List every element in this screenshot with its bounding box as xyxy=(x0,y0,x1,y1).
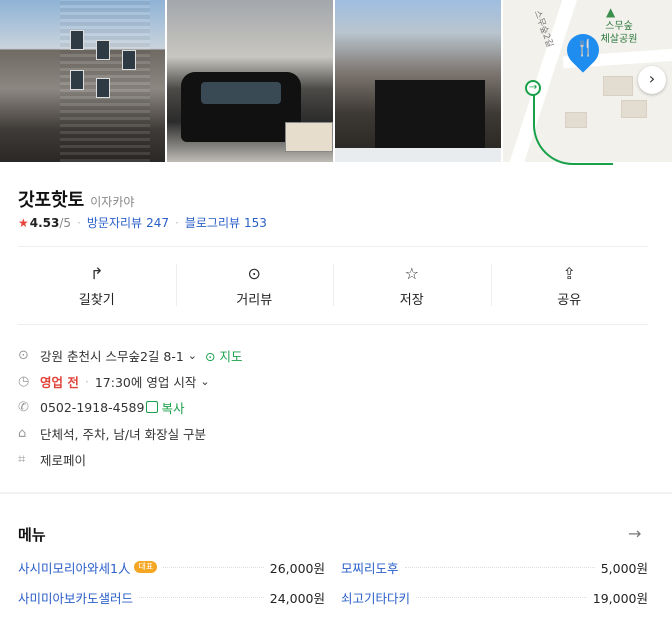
map-link-label: 지도 xyxy=(219,348,243,364)
arrow-right-icon[interactable]: → xyxy=(628,524,641,543)
photo-detail xyxy=(285,122,334,152)
photo-gallery: ▲ 스무숲 체살공원 스무숲2길 🍴 → › xyxy=(0,0,672,178)
payment-row: ⌗ 제로페이 xyxy=(18,446,648,472)
location-pin-icon: ⊙ xyxy=(18,347,29,363)
payment-icon: ⌗ xyxy=(18,451,26,467)
mini-map[interactable]: ▲ 스무숲 체살공원 스무숲2길 🍴 → › xyxy=(503,0,672,178)
photo-detail xyxy=(335,148,502,162)
menu-item-name: 사시미모리아와세1人 xyxy=(18,560,131,576)
menu-item-name: 모찌리도후 xyxy=(341,560,399,576)
save-label: 저장 xyxy=(399,292,424,308)
action-bar: ↱ 길찾기 ⊙ 거리뷰 ☆ 저장 ⇪ 공유 xyxy=(18,256,648,314)
divider xyxy=(18,246,648,247)
photo-detail xyxy=(70,70,84,90)
photo-detail xyxy=(70,30,84,50)
menu-item-name: 사미미아보카도샐러드 xyxy=(18,590,134,606)
menu-item-price: 19,000원 xyxy=(592,590,648,606)
place-name: 갓포핫토 xyxy=(18,190,85,211)
copy-button[interactable]: 복사 xyxy=(161,398,184,417)
separator-dot: · xyxy=(77,215,81,230)
directions-label: 길찾기 xyxy=(78,292,115,308)
store-icon: ⌂ xyxy=(18,425,27,441)
place-category: 이자카야 xyxy=(90,195,135,209)
rating-value: 4.53 xyxy=(29,215,60,230)
phone-icon: ✆ xyxy=(18,399,29,415)
menu-list: 사시미모리아와세1人 대표 26,000원 모찌리도후 5,000원 사미미아보… xyxy=(18,556,648,608)
address-row: ⊙ 강원 춘천시 스무숲2길 8-1 ⌄ ⊙ 지도 xyxy=(18,342,648,368)
menu-item-price: 5,000원 xyxy=(600,560,648,576)
directions-icon: ↱ xyxy=(90,263,104,283)
rating-max: /5 xyxy=(59,215,72,230)
map-park-label: 스무숲 체살공원 xyxy=(600,21,638,45)
star-icon: ☆ xyxy=(404,263,419,283)
route-start-icon: → xyxy=(525,80,542,96)
photo-detail xyxy=(181,72,302,142)
photo-detail xyxy=(96,78,110,98)
restaurant-icon: 🍴 xyxy=(575,38,595,57)
map-building xyxy=(603,76,634,96)
divider xyxy=(18,324,648,325)
star-icon: ★ xyxy=(18,215,29,230)
tree-icon: ▲ xyxy=(606,5,616,19)
photo-detail xyxy=(96,40,110,60)
dotted-leader xyxy=(416,596,587,598)
dotted-leader xyxy=(163,566,264,568)
menu-item-price: 26,000원 xyxy=(269,560,325,576)
location-pin-icon: ⊙ xyxy=(247,263,261,283)
place-info: ⊙ 강원 춘천시 스무숲2길 8-1 ⌄ ⊙ 지도 ◷ 영업 전 · 17:30… xyxy=(18,342,648,472)
business-hours: 17:30에 영업 시작 xyxy=(94,374,197,390)
dotted-leader xyxy=(404,566,595,568)
visitor-review-link[interactable]: 방문자리뷰 xyxy=(87,214,142,231)
menu-item[interactable]: 사시미모리아와세1人 대표 26,000원 xyxy=(18,556,325,578)
map-route-path xyxy=(533,95,614,165)
phone-row: ✆ 0502-1918-4589 복사 xyxy=(18,394,648,420)
directions-button[interactable]: ↱ 길찾기 xyxy=(18,256,176,314)
visitor-review-count[interactable]: 247 xyxy=(146,216,169,230)
photo-detail xyxy=(122,50,136,70)
separator-dot: · xyxy=(175,215,179,230)
save-button[interactable]: ☆ 저장 xyxy=(333,256,491,314)
signature-badge: 대표 xyxy=(134,561,158,573)
payment-text: 제로페이 xyxy=(40,452,87,468)
menu-item[interactable]: 사미미아보카도샐러드 24,000원 xyxy=(18,586,325,608)
facilities-row: ⌂ 단체석, 주차, 남/녀 화장실 구분 xyxy=(18,420,648,446)
photo-building-exterior[interactable] xyxy=(0,0,166,162)
place-header: 갓포핫토 이자카야 xyxy=(18,186,134,212)
section-divider xyxy=(0,492,672,494)
phone-number: 0502-1918-4589 xyxy=(40,399,145,415)
copy-icon[interactable] xyxy=(146,401,159,413)
business-status: 영업 전 xyxy=(40,374,79,390)
hours-row: ◷ 영업 전 · 17:30에 영업 시작 ⌄ xyxy=(18,368,648,394)
blog-review-link[interactable]: 블로그리뷰 xyxy=(185,214,240,231)
blog-review-count[interactable]: 153 xyxy=(244,216,267,230)
separator-dot: · xyxy=(84,373,89,389)
chevron-down-icon[interactable]: ⌄ xyxy=(188,349,197,362)
share-button[interactable]: ⇪ 공유 xyxy=(490,256,649,314)
address-text: 강원 춘천시 스무숲2길 8-1 xyxy=(40,348,184,364)
rating-row: ★ 4.53 /5 · 방문자리뷰 247 · 블로그리뷰 153 xyxy=(18,214,267,231)
map-link[interactable]: ⊙ 지도 xyxy=(205,346,242,365)
menu-item-name: 쇠고기타다키 xyxy=(341,590,411,606)
photo-building-corner[interactable] xyxy=(335,0,502,162)
menu-item[interactable]: 모찌리도후 5,000원 xyxy=(341,556,648,578)
photo-detail xyxy=(375,80,486,150)
menu-item[interactable]: 쇠고기타다키 19,000원 xyxy=(341,586,648,608)
menu-section-title: 메뉴 xyxy=(18,526,46,544)
street-view-button[interactable]: ⊙ 거리뷰 xyxy=(175,256,334,314)
menu-item-price: 24,000원 xyxy=(269,590,325,606)
dotted-leader xyxy=(139,596,264,598)
facilities-text: 단체석, 주차, 남/녀 화장실 구분 xyxy=(40,426,207,442)
photo-entrance-car[interactable] xyxy=(167,0,334,162)
clock-icon: ◷ xyxy=(18,373,30,389)
share-label: 공유 xyxy=(557,292,582,308)
chevron-right-icon[interactable]: › xyxy=(638,66,666,94)
share-icon: ⇪ xyxy=(562,263,576,283)
map-building xyxy=(621,100,648,118)
street-view-label: 거리뷰 xyxy=(236,292,273,308)
chevron-down-icon[interactable]: ⌄ xyxy=(200,375,209,388)
